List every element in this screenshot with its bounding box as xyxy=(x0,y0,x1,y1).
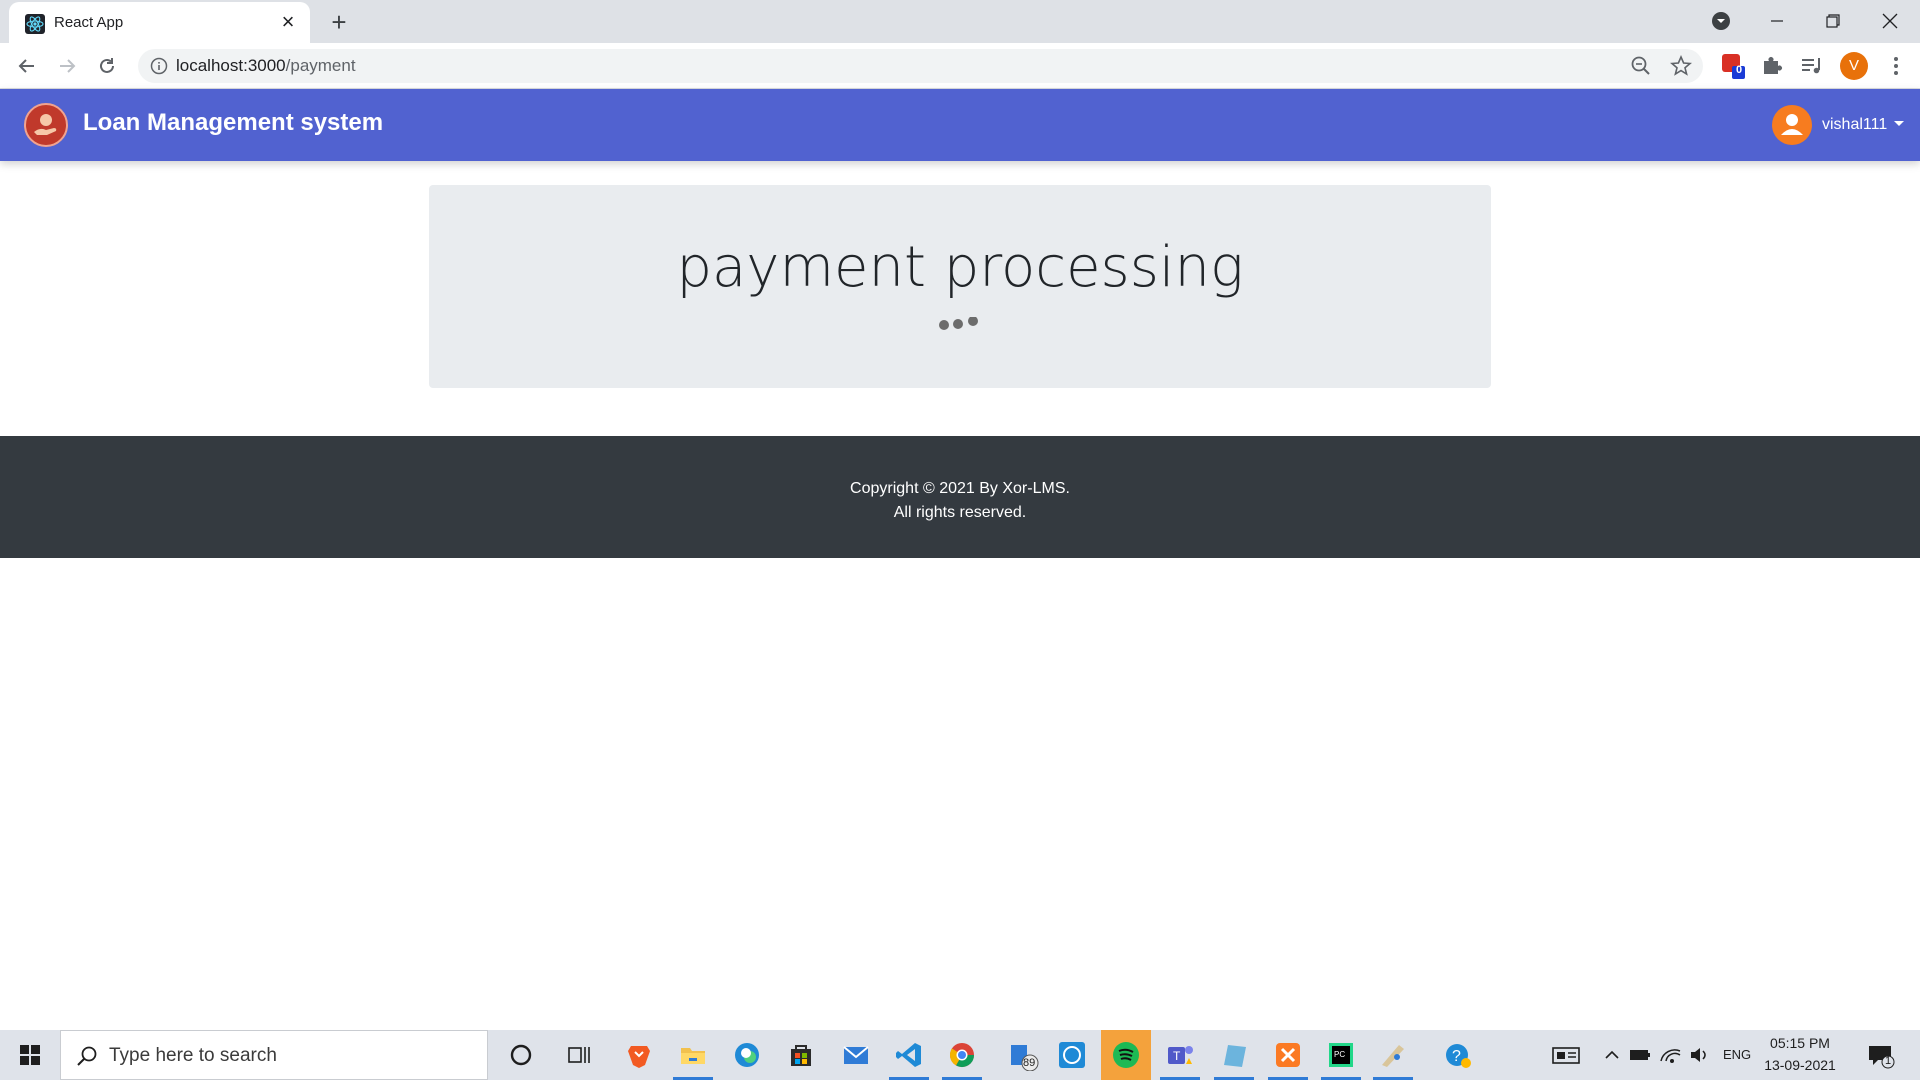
file-explorer-icon[interactable] xyxy=(673,1039,713,1080)
tab-search-icon[interactable] xyxy=(1701,6,1741,36)
extension-badge: 0 xyxy=(1736,64,1743,76)
svg-text:PC: PC xyxy=(1334,1050,1345,1059)
app-navbar: Loan Management system vishal111 xyxy=(0,89,1920,161)
payment-heading: payment processing xyxy=(676,235,1244,300)
profile-avatar[interactable]: V xyxy=(1840,52,1868,80)
bookmark-star-icon[interactable] xyxy=(1668,53,1694,79)
taskbar-search-box[interactable]: Type here to search xyxy=(60,1030,488,1080)
spotify-icon[interactable] xyxy=(1101,1030,1151,1080)
svg-text:T: T xyxy=(1173,1049,1181,1063)
brand-name[interactable]: Loan Management system xyxy=(83,109,383,137)
action-center-app-icon[interactable] xyxy=(1550,1039,1582,1071)
windows-taskbar: Type here to search 89 T PC ? ENG 05:15 … xyxy=(0,1030,1920,1080)
windows-start-icon[interactable] xyxy=(12,1040,48,1070)
files-badge-count: 89 xyxy=(1023,1057,1036,1069)
language-indicator[interactable]: ENG xyxy=(1723,1047,1751,1062)
site-footer: Copyright © 2021 By Xor-LMS. All rights … xyxy=(0,436,1920,558)
clock-date[interactable]: 13-09-2021 xyxy=(1764,1057,1836,1073)
media-control-icon[interactable] xyxy=(1798,52,1826,80)
chevron-down-icon[interactable] xyxy=(1894,121,1904,126)
cortana-icon[interactable] xyxy=(505,1039,537,1071)
whatsapp-icon[interactable] xyxy=(1056,1039,1088,1071)
zoom-icon[interactable] xyxy=(1628,53,1654,79)
mail-icon[interactable] xyxy=(840,1039,872,1071)
site-info-icon[interactable] xyxy=(150,57,168,75)
browser-tab[interactable]: React App × xyxy=(9,2,310,43)
search-placeholder: Type here to search xyxy=(109,1045,277,1066)
loan-hand-logo-icon[interactable] xyxy=(24,103,68,147)
forward-icon[interactable] xyxy=(52,51,82,81)
url-text: localhost:3000/payment xyxy=(176,56,356,75)
rights-text: All rights reserved. xyxy=(893,504,1027,521)
clock-time[interactable]: 05:15 PM xyxy=(1764,1035,1836,1051)
paint-app-icon[interactable] xyxy=(1373,1039,1413,1080)
username-label[interactable]: vishal111 xyxy=(1822,116,1887,134)
browser-tabstrip: React App × + xyxy=(0,0,1920,43)
teams-icon[interactable]: T xyxy=(1160,1039,1200,1080)
minimize-icon[interactable] xyxy=(1757,6,1797,36)
xampp-icon[interactable] xyxy=(1268,1039,1308,1080)
edge-browser-icon[interactable] xyxy=(731,1039,763,1071)
pycharm-icon[interactable]: PC xyxy=(1321,1039,1361,1080)
loading-spinner-icon xyxy=(938,316,982,331)
copyright-text: Copyright © 2021 By Xor-LMS. xyxy=(850,480,1070,497)
brave-browser-icon[interactable] xyxy=(623,1039,655,1071)
notes-app-icon[interactable] xyxy=(1214,1039,1254,1080)
browser-menu-icon[interactable] xyxy=(1882,52,1910,80)
notification-count: 1 xyxy=(1885,1055,1892,1067)
battery-icon[interactable] xyxy=(1628,1039,1652,1071)
volume-icon[interactable] xyxy=(1688,1039,1712,1071)
search-icon xyxy=(75,1044,99,1068)
tab-close-icon[interactable]: × xyxy=(276,10,300,34)
address-bar[interactable]: localhost:3000/payment xyxy=(138,49,1703,83)
files-badge-icon[interactable]: 89 xyxy=(1008,1039,1040,1072)
payment-status-card: payment processing xyxy=(429,185,1491,388)
react-favicon-icon xyxy=(25,14,45,34)
user-avatar-icon[interactable] xyxy=(1772,105,1812,145)
wifi-icon[interactable] xyxy=(1658,1039,1682,1071)
chrome-icon[interactable] xyxy=(942,1039,982,1080)
show-hidden-icons-chevron-up-icon[interactable] xyxy=(1602,1039,1622,1071)
help-icon[interactable]: ? xyxy=(1442,1039,1474,1071)
new-tab-button[interactable]: + xyxy=(325,8,353,36)
vscode-icon[interactable] xyxy=(889,1039,929,1080)
browser-toolbar: localhost:3000/payment 0 V xyxy=(0,43,1920,89)
restore-icon[interactable] xyxy=(1813,6,1853,36)
back-icon[interactable] xyxy=(12,51,42,81)
notifications-icon[interactable]: 1 xyxy=(1864,1039,1896,1071)
extensions-puzzle-icon[interactable] xyxy=(1758,52,1786,80)
extension-red-icon[interactable]: 0 xyxy=(1718,52,1746,80)
task-view-icon[interactable] xyxy=(563,1039,595,1071)
microsoft-store-icon[interactable] xyxy=(785,1039,817,1071)
close-window-icon[interactable] xyxy=(1870,6,1910,36)
tab-title: React App xyxy=(54,14,124,31)
reload-icon[interactable] xyxy=(92,51,122,81)
svg-text:?: ? xyxy=(1452,1048,1461,1065)
